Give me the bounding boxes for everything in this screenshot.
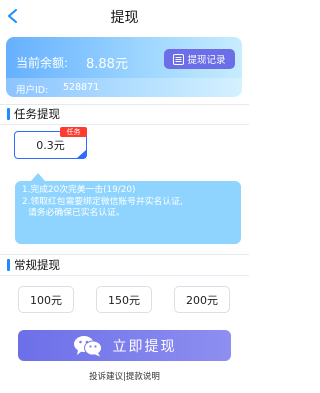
info-bubble-tail bbox=[31, 173, 45, 181]
withdraw-records-label: 提现记录 bbox=[187, 55, 226, 66]
complaint-withdraw-info-link[interactable]: 投诉建议|提款说明 bbox=[0, 370, 249, 382]
amount-option-150[interactable]: 150元 bbox=[96, 286, 152, 313]
task-amount-value: 0.3元 bbox=[36, 139, 65, 152]
amount-option-label: 100元 bbox=[30, 293, 62, 307]
list-icon bbox=[173, 53, 185, 65]
amount-option-label: 200元 bbox=[186, 293, 218, 307]
user-id-value: 528871 bbox=[63, 82, 100, 93]
page-title: 提现 bbox=[110, 10, 139, 26]
section-marker bbox=[7, 108, 10, 120]
divider bbox=[0, 124, 249, 125]
balance-card: 当前余额: 8.88元 提现记录 用户ID: 528871 bbox=[6, 37, 242, 97]
task-info-line: 请务必确保已实名认证。 bbox=[28, 208, 125, 218]
withdraw-now-label: 立即提现 bbox=[112, 338, 177, 355]
selected-corner-marker bbox=[77, 150, 86, 158]
task-info-line: 1.完成20次完美一击(19/20) bbox=[22, 185, 136, 195]
divider bbox=[0, 275, 249, 276]
task-section-title: 任务提现 bbox=[14, 107, 60, 121]
section-marker bbox=[7, 259, 10, 271]
amount-option-label: 150元 bbox=[108, 293, 140, 307]
balance-label: 当前余额: bbox=[16, 56, 69, 70]
task-info-text: 1.完成20次完美一击(19/20) 2.领取红包需要绑定微信账号并实名认证, … bbox=[22, 185, 234, 220]
amount-option-100[interactable]: 100元 bbox=[18, 286, 74, 313]
regular-section-title: 常规提现 bbox=[14, 258, 60, 272]
divider bbox=[0, 104, 249, 105]
divider bbox=[0, 254, 249, 255]
withdraw-now-button[interactable]: 立即提现 bbox=[18, 330, 231, 361]
balance-amount: 8.88元 bbox=[86, 57, 128, 72]
user-id-label: 用户ID: bbox=[16, 85, 49, 96]
amount-option-200[interactable]: 200元 bbox=[174, 286, 230, 313]
task-badge: 任务 bbox=[60, 127, 87, 137]
withdraw-records-button[interactable]: 提现记录 bbox=[164, 49, 235, 69]
wechat-icon bbox=[73, 335, 102, 356]
task-info-line: 2.领取红包需要绑定微信账号并实名认证, bbox=[22, 196, 183, 207]
